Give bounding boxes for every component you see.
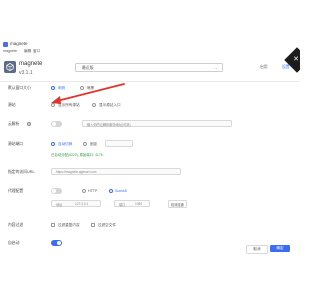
proxy-http-label[interactable]: HTTP — [88, 189, 97, 193]
filter-duplicate-checkbox[interactable] — [51, 223, 55, 227]
menu-bar: magnete 编辑 窗口 — [0, 49, 300, 57]
proxy-http-radio[interactable] — [82, 189, 86, 193]
package-name: magnete — [19, 61, 43, 67]
proxy-toggle[interactable] — [51, 188, 62, 194]
port-auto-label[interactable]: 自动切换 — [58, 142, 72, 147]
settings-link[interactable]: 设置 — [282, 65, 290, 70]
package-version: v3.1.1 — [19, 70, 33, 76]
row-url-label: 指定的访问URL — [8, 170, 35, 174]
port-input[interactable] — [105, 140, 133, 147]
cloud-toggle[interactable] — [51, 121, 62, 127]
port-hint: 已自动分配(6220), 原始端口: 4176 — [51, 153, 103, 157]
version-select-value: 最近版 — [82, 65, 94, 70]
access-url-input[interactable]: https://magnete.agencrt.com — [51, 168, 181, 175]
port-fixed-label[interactable]: 固定 — [90, 142, 97, 147]
cancel-button[interactable]: 取消 — [246, 245, 268, 254]
menu-window[interactable]: 窗口 — [33, 49, 40, 54]
source-all-radio[interactable] — [51, 103, 55, 107]
row-cloud-label: 云解析 — [8, 122, 20, 126]
package-cube-icon — [4, 61, 16, 73]
proxy-socks5-label[interactable]: Socks5 — [115, 189, 127, 193]
theme-dark-radio[interactable] — [80, 86, 84, 90]
proxy-port-input[interactable]: 端口 1080 — [114, 200, 150, 207]
row-autostart-label: 自启动 — [8, 241, 20, 245]
theme-dark-label[interactable]: 暗黑 — [87, 86, 94, 91]
theme-light-label[interactable]: 明亮 — [58, 86, 65, 91]
autostart-toggle[interactable] — [51, 240, 62, 246]
start-link[interactable]: 启用 — [260, 65, 268, 70]
port-auto-radio[interactable] — [51, 142, 55, 146]
source-entry-radio[interactable] — [92, 103, 96, 107]
row-proxy-label: 代理配置 — [8, 189, 24, 193]
row-source-label: 源站 — [8, 103, 16, 107]
menu-edit[interactable]: 编辑 — [24, 49, 31, 54]
source-all-label[interactable]: 显示所有源站 — [58, 103, 80, 108]
row-port-label: 源站端口 — [8, 142, 24, 146]
proxy-check-button[interactable]: 检测连通 — [168, 200, 187, 209]
app-title: magnete — [10, 41, 28, 46]
app-window: magnete magnete 编辑 窗口 magnete v3.1.1 最近版… — [0, 40, 300, 291]
app-logo-icon — [3, 42, 8, 47]
filter-empty-checkbox[interactable] — [91, 223, 95, 227]
theme-light-radio[interactable] — [51, 86, 55, 90]
filter-duplicate-label[interactable]: 过滤重复内容 — [58, 223, 80, 228]
cloud-url-input[interactable]: 输入你的云解析服务地址(可选) — [82, 120, 232, 127]
version-select[interactable]: 最近版 ⌄ — [75, 63, 223, 72]
row-window-size-label: 默认窗口大小 — [8, 86, 31, 90]
title-bar: magnete — [0, 40, 300, 49]
ok-button[interactable]: 确定 — [270, 245, 290, 252]
port-fixed-radio[interactable] — [83, 142, 87, 146]
filter-empty-label[interactable]: 过滤空文件 — [98, 223, 116, 228]
source-entry-label[interactable]: 显示源站入口 — [99, 103, 121, 108]
close-icon[interactable]: ✕ — [293, 55, 299, 63]
chevron-down-icon: ⌄ — [214, 64, 218, 70]
proxy-address-input[interactable]: 地址 127.0.0.1 — [51, 200, 101, 207]
menu-app[interactable]: magnete — [3, 49, 17, 53]
help-icon[interactable]: ? — [27, 122, 31, 126]
proxy-socks5-radio[interactable] — [109, 189, 113, 193]
package-header: magnete v3.1.1 最近版 ⌄ 启用 设置 ✕ — [0, 47, 300, 82]
row-filter-label: 内容过滤 — [8, 223, 24, 227]
